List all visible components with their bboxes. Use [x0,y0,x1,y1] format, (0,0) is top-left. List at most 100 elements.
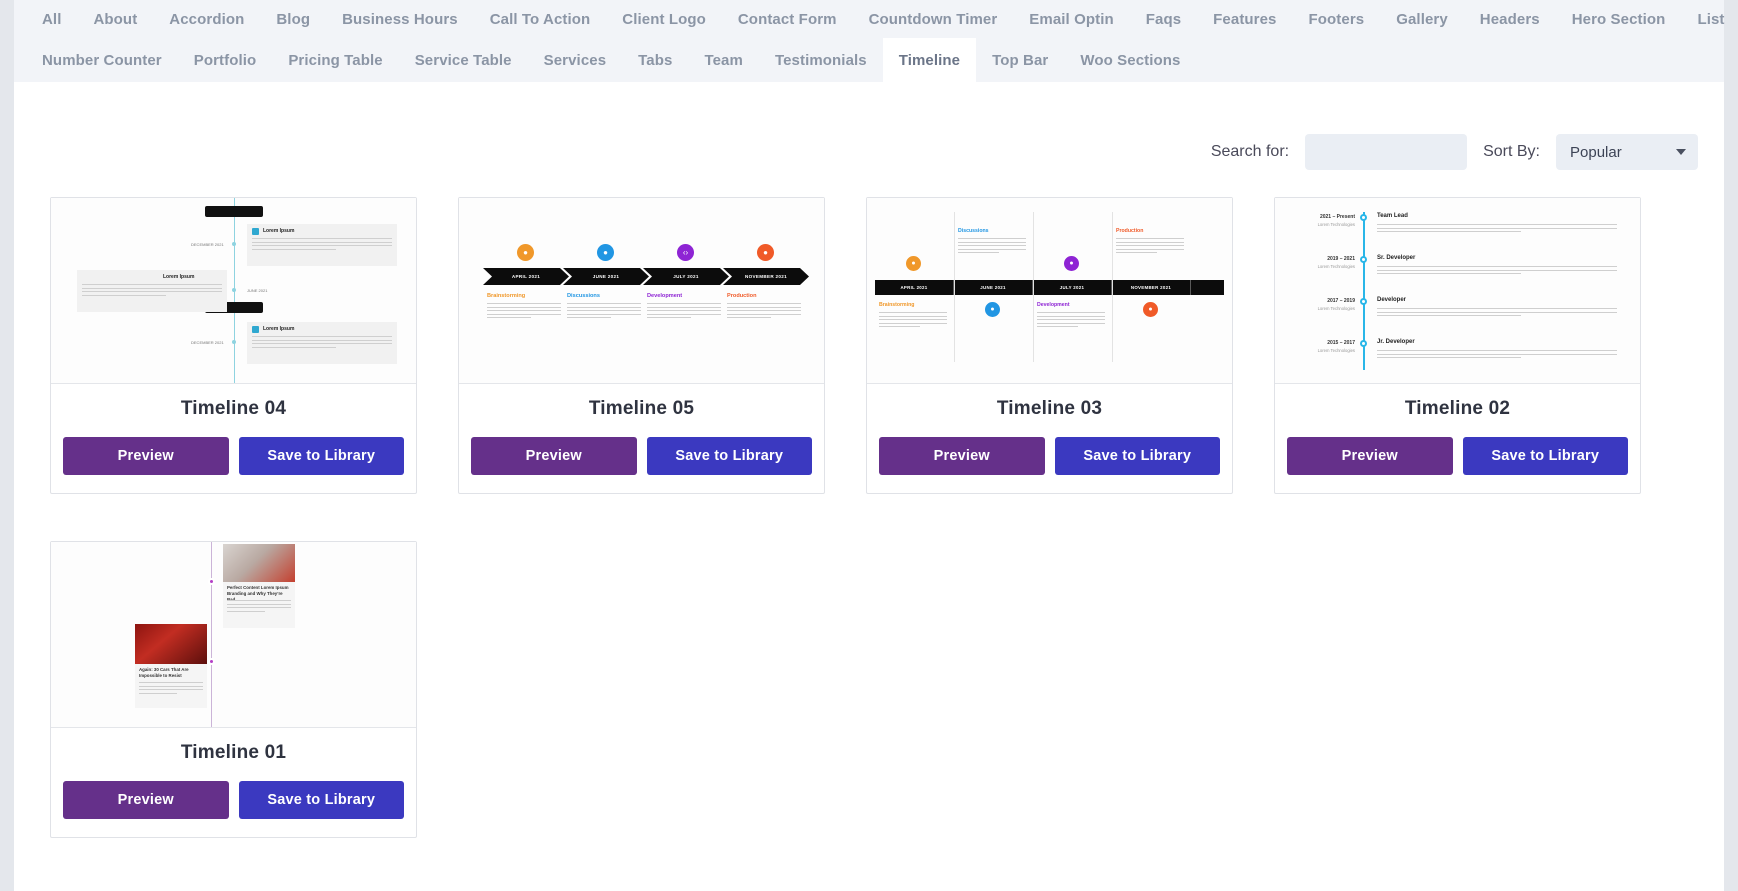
template-thumbnail[interactable]: Perfect Content Lorem Ipsum Branding and… [51,542,416,728]
category-tab-timeline[interactable]: Timeline [882,38,977,82]
category-tab-portfolio[interactable]: Portfolio [178,38,273,82]
preview-button[interactable]: Preview [879,437,1045,475]
timeline-preview-art: ● APRIL 2021 Brainstorming ● JUNE 2021 Discus… [459,198,824,383]
category-tab-blog[interactable]: Blog [260,0,326,38]
timeline-post-text [227,600,291,614]
category-tab-countdown-timer[interactable]: Countdown Timer [853,0,1014,38]
timeline-step-arrow: JUNE 2021 [563,268,649,285]
timeline-step-arrow: JULY 2021 [643,268,729,285]
template-card-actions: Preview Save to Library [63,781,404,819]
code-icon: ‹› [677,244,694,261]
category-tab-tabs[interactable]: Tabs [622,38,688,82]
category-tab-contact-form[interactable]: Contact Form [722,0,853,38]
template-thumbnail[interactable]: Lorem Ipsum DECEMBER 2021 Lorem Ipsum JUNE … [51,198,416,384]
timeline-entry-text [1377,350,1617,361]
timeline-node-dot [231,242,236,246]
content-panel: Search for: Sort By: PopularLatestOldest… [14,82,1724,891]
timeline-step-segment: JULY 2021 [1033,280,1112,295]
timeline-step-text [958,238,1026,256]
timeline-step-text [879,312,947,330]
timeline-post-image [223,544,295,582]
timeline-entry-date: DECEMBER 2021 [191,242,224,247]
sort-by-select[interactable]: PopularLatestOldestA-Z [1556,134,1698,170]
category-tab-faqs[interactable]: Faqs [1130,0,1197,38]
timeline-step-heading: Development [1037,302,1070,308]
template-card-actions: Preview Save to Library [63,437,404,475]
category-tab-number-counter[interactable]: Number Counter [26,38,178,82]
timeline-step-heading: Development [647,293,683,299]
timeline-entry-text [82,284,222,298]
search-input[interactable] [1305,134,1468,170]
category-tab-email-optin[interactable]: Email Optin [1013,0,1129,38]
template-card: APRIL 2021 ● Brainstorming JUNE 2021 Discuss… [866,197,1233,494]
category-tab-list[interactable]: List [1681,0,1738,38]
timeline-entry-company: Lorem Technologies [1317,264,1355,269]
search-label: Search for: [1210,143,1290,160]
category-tab-footers[interactable]: Footers [1293,0,1381,38]
category-tab-about[interactable]: About [77,0,153,38]
category-tab-features[interactable]: Features [1197,0,1292,38]
template-card-body: Timeline 03 Preview Save to Library [867,384,1232,493]
category-tab-woo-sections[interactable]: Woo Sections [1064,38,1196,82]
save-to-library-button[interactable]: Save to Library [238,437,404,475]
timeline-step-segment: APRIL 2021 [875,280,954,295]
category-tab-testimonials[interactable]: Testimonials [759,38,883,82]
category-tab-team[interactable]: Team [688,38,758,82]
page-root: All About Accordion Blog Business Hours Call … [0,0,1738,891]
preview-button[interactable]: Preview [63,781,229,819]
category-tab-all[interactable]: All [26,0,77,38]
template-card: 2021 – Present Lorem Technologies Team Lea… [1274,197,1641,494]
library-toolbar: Search for: Sort By: PopularLatestOldest… [14,82,1724,170]
template-card: Lorem Ipsum DECEMBER 2021 Lorem Ipsum JUNE … [50,197,417,494]
template-card-title: Timeline 05 [588,398,695,419]
timeline-step-arrow: APRIL 2021 [483,268,569,285]
category-tab-business-hours[interactable]: Business Hours [326,0,474,38]
timeline-step-text [647,303,721,321]
save-to-library-button[interactable]: Save to Library [238,781,404,819]
category-tab-client-logo[interactable]: Client Logo [606,0,722,38]
timeline-node-dot [231,340,236,344]
timeline-step-heading: Production [727,293,757,299]
save-to-library-button[interactable]: Save to Library [646,437,812,475]
template-card-title: Timeline 04 [180,398,287,419]
timeline-step-text [1116,238,1184,256]
category-tab-hero-section[interactable]: Hero Section [1556,0,1682,38]
timeline-node-dot [1360,340,1367,347]
timeline-entry-text [1377,224,1617,235]
category-tab-headers[interactable]: Headers [1464,0,1556,38]
preview-button[interactable]: Preview [471,437,637,475]
timeline-step-text [1037,312,1105,330]
category-filter-nav: All About Accordion Blog Business Hours Call … [14,0,1724,82]
timeline-preview-art: APRIL 2021 ● Brainstorming JUNE 2021 Discuss… [867,198,1232,383]
timeline-step-heading: Discussions [567,293,600,299]
timeline-entry-date: 2015 – 2017 [1327,340,1355,346]
template-thumbnail[interactable]: APRIL 2021 ● Brainstorming JUNE 2021 Discuss… [867,198,1232,384]
timeline-node-dot [208,578,215,585]
timeline-entry-text [1377,266,1617,277]
category-tab-services[interactable]: Services [528,38,623,82]
preview-button[interactable]: Preview [63,437,229,475]
category-tab-call-to-action[interactable]: Call To Action [474,0,607,38]
template-card-actions: Preview Save to Library [471,437,812,475]
template-card-body: Timeline 02 Preview Save to Library [1275,384,1640,493]
template-thumbnail[interactable]: 2021 – Present Lorem Technologies Team Lea… [1275,198,1640,384]
timeline-entry-icon [252,228,259,235]
timeline-vertical-line [211,542,212,727]
template-card-body: Timeline 04 Preview Save to Library [51,384,416,493]
save-to-library-button[interactable]: Save to Library [1054,437,1220,475]
template-card-title: Timeline 01 [180,742,287,763]
template-card-grid: Lorem Ipsum DECEMBER 2021 Lorem Ipsum JUNE … [14,170,1724,838]
category-tab-gallery[interactable]: Gallery [1380,0,1464,38]
category-tab-top-bar[interactable]: Top Bar [976,38,1064,82]
timeline-node-dot [1360,214,1367,221]
save-to-library-button[interactable]: Save to Library [1462,437,1628,475]
timeline-entry-heading: Lorem Ipsum [263,326,295,332]
timeline-step-heading: Brainstorming [879,302,915,308]
category-tab-pricing-table[interactable]: Pricing Table [272,38,398,82]
category-tab-service-table[interactable]: Service Table [399,38,528,82]
preview-button[interactable]: Preview [1287,437,1453,475]
category-tab-accordion[interactable]: Accordion [153,0,260,38]
timeline-preview-art: Lorem Ipsum DECEMBER 2021 Lorem Ipsum JUNE … [51,198,416,383]
template-thumbnail[interactable]: ● APRIL 2021 Brainstorming ● JUNE 2021 Discus… [459,198,824,384]
timeline-step-text [727,303,801,321]
